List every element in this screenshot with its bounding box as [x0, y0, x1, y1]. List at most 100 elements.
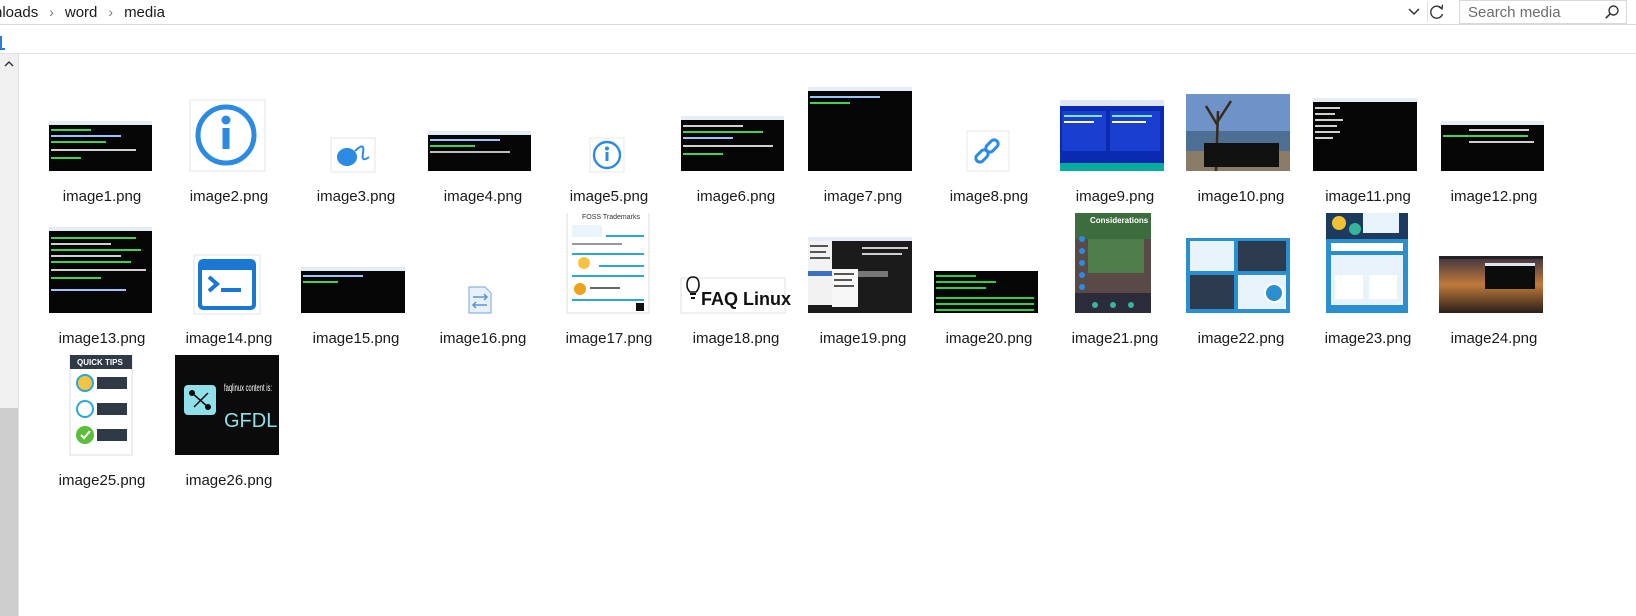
file-name: image13.png [58, 330, 146, 347]
mouse-icon [330, 137, 376, 173]
file-thumbnail [798, 213, 928, 326]
file-thumbnail [1429, 71, 1559, 184]
file-item[interactable]: QUICK TIPS image25.png [37, 355, 167, 495]
blue-file-manager-thumbnail [1060, 100, 1164, 171]
sunset-desktop-thumbnail [1439, 256, 1543, 313]
file-thumbnail [1429, 213, 1559, 326]
file-item[interactable]: image16.png [418, 213, 548, 353]
file-item[interactable]: image7.png [798, 71, 928, 211]
infographic-blue-thumbnail [1326, 213, 1408, 313]
terminal-screenshot-thumbnail [1441, 121, 1544, 171]
file-item[interactable]: image10.png [1176, 71, 1306, 211]
terminal-screenshot-thumbnail [49, 121, 152, 171]
file-thumbnail: FAQ Linux [671, 213, 801, 326]
file-name: image22.png [1197, 330, 1285, 347]
file-item[interactable]: image15.png [291, 213, 421, 353]
terminal-screenshot-thumbnail [681, 116, 784, 171]
powershell-icon [193, 254, 261, 315]
infographic-thumbnail: FOSS Trademarks [566, 213, 650, 314]
terminal-screenshot-thumbnail [428, 131, 531, 171]
file-item[interactable]: FOSS Trademarks image17.png [544, 213, 674, 353]
file-item[interactable]: image23.png [1303, 213, 1433, 353]
file-name: image19.png [819, 330, 907, 347]
file-thumbnail [1303, 71, 1433, 184]
file-thumbnail [924, 213, 1054, 326]
quick-tips-poster-thumbnail: QUICK TIPS [69, 355, 133, 456]
file-icon [468, 286, 492, 314]
file-item[interactable]: image8.png [924, 71, 1054, 211]
file-thumbnail: FOSS Trademarks [544, 213, 674, 326]
info-icon [589, 137, 625, 173]
file-name: image26.png [185, 472, 273, 489]
file-name: image17.png [565, 330, 653, 347]
file-item[interactable]: image12.png [1429, 71, 1559, 211]
file-thumbnail [291, 213, 421, 326]
file-name: image16.png [439, 330, 527, 347]
file-thumbnail [1176, 71, 1306, 184]
file-item[interactable]: image24.png [1429, 213, 1559, 353]
infographic-title: FOSS Trademarks [582, 214, 640, 221]
file-item[interactable]: FAQ Linux image18.png [671, 213, 801, 353]
file-name: image12.png [1450, 188, 1538, 205]
gfdl-badge-thumbnail: faqlinux content is: GFDL [175, 355, 279, 455]
file-name: image3.png [316, 188, 396, 205]
file-thumbnail: QUICK TIPS [37, 355, 167, 468]
file-name: image25.png [58, 472, 146, 489]
green-terminal-thumbnail [934, 271, 1038, 313]
file-thumbnail: Considerations [1050, 213, 1180, 326]
file-item[interactable]: image13.png [37, 213, 167, 353]
file-item[interactable]: image3.png [291, 71, 421, 211]
poster-thumbnail: Considerations [1075, 213, 1151, 313]
file-name: image14.png [185, 330, 273, 347]
file-item[interactable]: image5.png [544, 71, 674, 211]
file-item[interactable]: image14.png [164, 213, 294, 353]
file-thumbnail [924, 71, 1054, 184]
file-name: image20.png [945, 330, 1033, 347]
quick-tips-title: QUICK TIPS [77, 358, 123, 367]
poster-title: Considerations [1090, 216, 1149, 225]
file-item[interactable]: image20.png [924, 213, 1054, 353]
file-thumbnail [418, 213, 548, 326]
file-thumbnail [1176, 213, 1306, 326]
file-grid: image1.png image2.png image3.png image4.… [0, 0, 1636, 616]
faq-logo-text: FAQ Linux [701, 289, 791, 309]
file-thumbnail [1050, 71, 1180, 184]
gfdl-caption: faqlinux content is: [224, 383, 272, 394]
terminal-screenshot-thumbnail [808, 87, 912, 171]
file-thumbnail: faqlinux content is: GFDL [164, 355, 294, 468]
file-item[interactable]: image22.png [1176, 213, 1306, 353]
file-item[interactable]: image2.png [164, 71, 294, 211]
infographic-blue-thumbnail [1186, 231, 1290, 313]
file-item[interactable]: faqlinux content is: GFDL image26.png [164, 355, 294, 495]
file-name: image18.png [692, 330, 780, 347]
file-item[interactable]: image19.png [798, 213, 928, 353]
file-thumbnail [37, 213, 167, 326]
file-name: image15.png [312, 330, 400, 347]
file-thumbnail [164, 213, 294, 326]
file-item[interactable]: image4.png [418, 71, 548, 211]
file-name: image24.png [1450, 330, 1538, 347]
info-icon [189, 99, 266, 172]
file-thumbnail [1303, 213, 1433, 326]
file-thumbnail [164, 71, 294, 184]
desktop-photo-thumbnail [1186, 94, 1290, 172]
file-item[interactable]: image11.png [1303, 71, 1433, 211]
gfdl-text: GFDL [224, 410, 277, 432]
terminal-screenshot-thumbnail [301, 267, 405, 313]
file-thumbnail [671, 71, 801, 184]
file-item[interactable]: image9.png [1050, 71, 1180, 211]
file-item[interactable]: image1.png [37, 71, 167, 211]
file-thumbnail [544, 71, 674, 184]
file-item[interactable]: Considerations image21.png [1050, 213, 1180, 353]
file-thumbnail [418, 71, 548, 184]
file-name: image8.png [949, 188, 1029, 205]
file-item[interactable]: image6.png [671, 71, 801, 211]
file-name: image2.png [189, 188, 269, 205]
file-thumbnail [798, 71, 928, 184]
file-name: image21.png [1071, 330, 1159, 347]
terminal-screenshot-thumbnail [49, 227, 152, 313]
file-name: image1.png [62, 188, 142, 205]
faq-linux-logo: FAQ Linux [680, 276, 791, 314]
file-name: image6.png [696, 188, 776, 205]
file-thumbnail [291, 71, 421, 184]
